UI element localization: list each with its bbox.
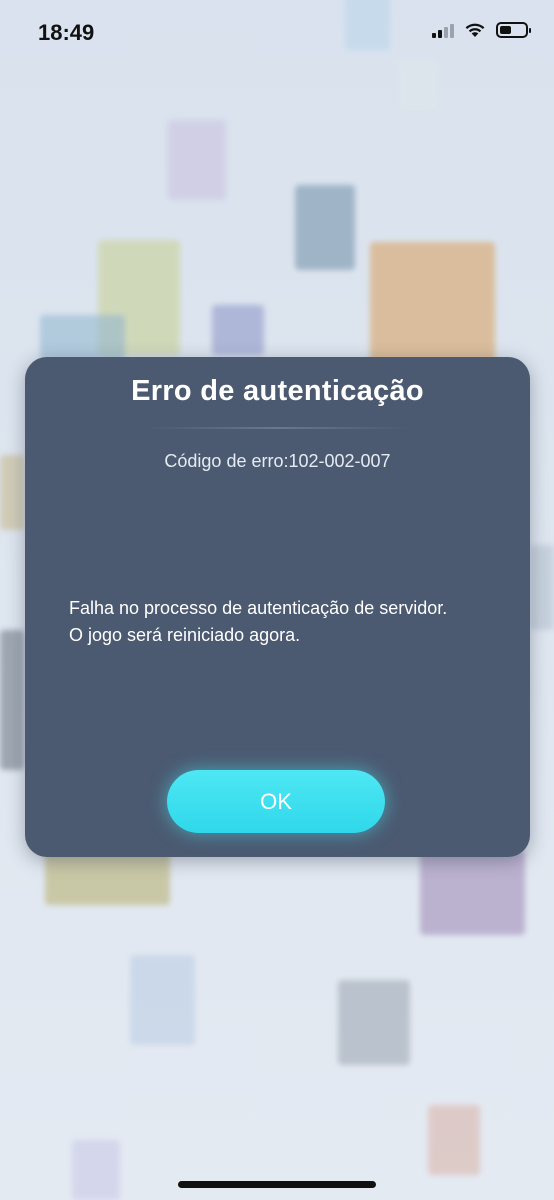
error-code: Código de erro:102-002-007 bbox=[164, 451, 391, 471]
home-indicator[interactable] bbox=[178, 1181, 376, 1188]
background-card bbox=[0, 455, 24, 530]
background-card bbox=[428, 1105, 480, 1175]
background-card bbox=[420, 850, 525, 935]
error-message: Falha no processo de autenticação de ser… bbox=[69, 595, 500, 649]
background-card bbox=[168, 120, 226, 200]
background-card bbox=[295, 185, 355, 270]
error-dialog: Erro de autenticação Código de erro:102-… bbox=[25, 357, 530, 857]
background-card bbox=[130, 955, 195, 1045]
status-time: 18:49 bbox=[38, 20, 95, 45]
background-card bbox=[530, 545, 554, 630]
background-card bbox=[0, 630, 24, 770]
status-bar: 18:49 bbox=[0, 0, 554, 68]
background-card bbox=[212, 305, 264, 355]
cellular-signal-icon bbox=[432, 22, 454, 38]
wifi-icon bbox=[465, 23, 485, 37]
background-card bbox=[72, 1140, 120, 1200]
background-card bbox=[338, 980, 410, 1065]
battery-icon bbox=[496, 22, 531, 38]
background-card bbox=[40, 315, 125, 360]
status-icons bbox=[432, 22, 531, 38]
ok-button[interactable]: OK bbox=[167, 770, 385, 833]
dialog-title: Erro de autenticação bbox=[131, 375, 424, 407]
error-message-line: O jogo será reiniciado agora. bbox=[69, 625, 301, 645]
background-card bbox=[45, 850, 170, 905]
title-divider bbox=[145, 427, 410, 429]
error-message-line: Falha no processo de autenticação de ser… bbox=[69, 598, 448, 618]
background-card bbox=[370, 242, 495, 362]
